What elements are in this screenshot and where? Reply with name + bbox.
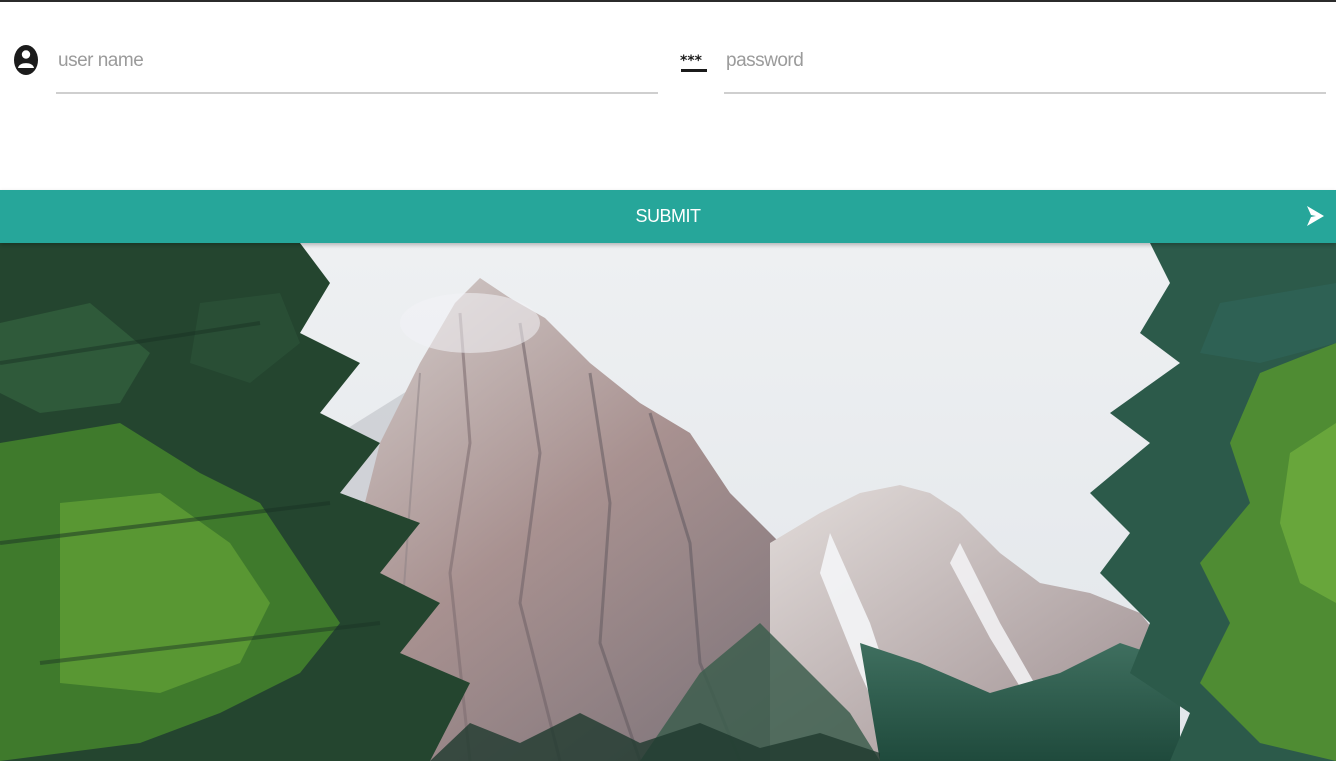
password-field: ***: [678, 40, 1326, 96]
username-input[interactable]: [56, 40, 658, 94]
password-dots-icon: ***: [678, 42, 710, 78]
svg-text:***: ***: [680, 53, 703, 69]
username-field: [10, 40, 658, 96]
send-arrow-icon: [1304, 204, 1326, 228]
mountain-landscape-image: [0, 243, 1336, 761]
submit-button[interactable]: SUBMIT: [0, 190, 1336, 243]
submit-label: SUBMIT: [635, 206, 701, 226]
account-circle-icon: [10, 42, 42, 78]
login-form: ***: [0, 2, 1336, 190]
password-input[interactable]: [724, 40, 1326, 94]
